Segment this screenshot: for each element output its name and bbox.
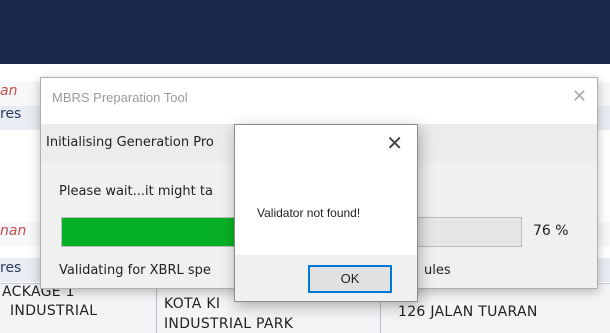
dialog-title: MBRS Preparation Tool: [52, 90, 188, 105]
app-header-bar: [0, 0, 610, 64]
progress-percent-label: 76 %: [533, 223, 569, 239]
table-cell: INDUSTRIAL PARK: [164, 316, 294, 332]
bg-label: nan: [0, 223, 27, 239]
subheading-text: Initialising Generation Pro: [46, 135, 214, 150]
table-cell: KOTA KI: [164, 296, 221, 312]
validator-alert-dialog: ✕ Validator not found! OK: [234, 124, 418, 302]
bg-label: res: [0, 260, 22, 276]
table-cell: INDUSTRIAL: [10, 303, 98, 319]
table-cell: 126 JALAN TUARAN: [398, 304, 538, 320]
status-text: Validating for XBRL spe: [59, 263, 211, 278]
ok-button[interactable]: OK: [308, 265, 392, 293]
table-divider: [156, 283, 157, 333]
wait-message: Please wait...it might ta: [59, 184, 213, 199]
alert-footer: OK: [235, 255, 417, 301]
close-icon[interactable]: ✕: [572, 86, 587, 107]
close-icon[interactable]: ✕: [386, 131, 403, 155]
bg-label: res: [0, 106, 22, 122]
alert-message: Validator not found!: [257, 206, 361, 220]
status-text-tail: ules: [424, 263, 451, 278]
bg-label: an: [0, 83, 18, 99]
